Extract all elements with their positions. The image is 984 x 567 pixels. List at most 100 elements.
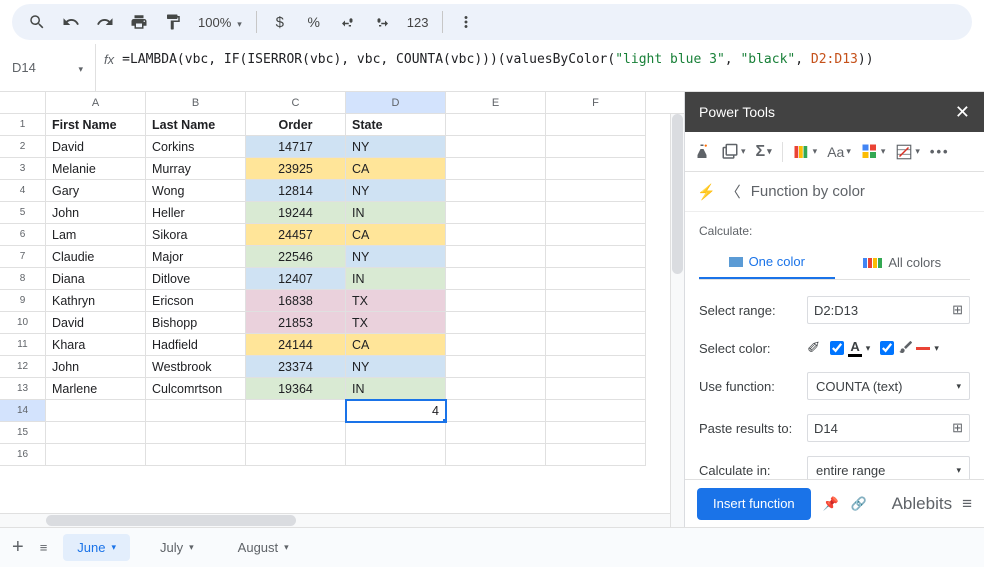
formula-input-area[interactable]: fx =LAMBDA(vbc, IF(ISERROR(vbc), vbc, CO…: [96, 44, 984, 91]
select-range-input[interactable]: D2:D13⊞: [807, 296, 970, 324]
cell[interactable]: Ericson: [146, 290, 246, 312]
cell[interactable]: Ditlove: [146, 268, 246, 290]
cell[interactable]: [546, 334, 646, 356]
cell[interactable]: 24144: [246, 334, 346, 356]
row-header[interactable]: 16: [0, 444, 46, 466]
cell[interactable]: Order: [246, 114, 346, 136]
dedupe-icon[interactable]: ▾: [721, 143, 746, 161]
cell[interactable]: [46, 422, 146, 444]
row-header[interactable]: 6: [0, 224, 46, 246]
cell[interactable]: Marlene: [46, 378, 146, 400]
cell[interactable]: Sikora: [146, 224, 246, 246]
paste-results-input[interactable]: D14⊞: [807, 414, 970, 442]
row-header[interactable]: 7: [0, 246, 46, 268]
row-header[interactable]: 3: [0, 158, 46, 180]
clear-icon[interactable]: ▾: [895, 143, 920, 161]
row-header[interactable]: 9: [0, 290, 46, 312]
cell[interactable]: Lam: [46, 224, 146, 246]
cell[interactable]: NY: [346, 180, 446, 202]
cell[interactable]: [146, 422, 246, 444]
cell[interactable]: David: [46, 312, 146, 334]
cell[interactable]: Claudie: [46, 246, 146, 268]
cell[interactable]: [446, 136, 546, 158]
cell[interactable]: [146, 400, 246, 422]
cell[interactable]: [446, 202, 546, 224]
cell[interactable]: Kathryn: [46, 290, 146, 312]
cell[interactable]: CA: [346, 334, 446, 356]
cell[interactable]: Westbrook: [146, 356, 246, 378]
cell[interactable]: 21853: [246, 312, 346, 334]
sheet-tab-june[interactable]: June▾: [63, 534, 130, 561]
cell[interactable]: Hadfield: [146, 334, 246, 356]
cell[interactable]: [546, 290, 646, 312]
cell[interactable]: Bishopp: [146, 312, 246, 334]
name-box[interactable]: D14: [0, 44, 96, 91]
cell[interactable]: Wong: [146, 180, 246, 202]
increase-decimal-icon[interactable]: [367, 7, 397, 37]
col-header-f[interactable]: F: [546, 92, 646, 113]
tab-all-colors[interactable]: All colors: [835, 246, 971, 279]
fill-color-picker[interactable]: [898, 339, 914, 358]
cell[interactable]: 12407: [246, 268, 346, 290]
select-all-corner[interactable]: [0, 92, 46, 113]
calculate-in-select[interactable]: entire range▾: [807, 456, 970, 479]
cell[interactable]: 12814: [246, 180, 346, 202]
cell[interactable]: CA: [346, 158, 446, 180]
col-header-a[interactable]: A: [46, 92, 146, 113]
cell[interactable]: [546, 158, 646, 180]
sheet-tab-august[interactable]: August▾: [224, 534, 303, 561]
decrease-decimal-icon[interactable]: [333, 7, 363, 37]
cell[interactable]: [446, 444, 546, 466]
fill-handle[interactable]: [442, 418, 446, 422]
undo-icon[interactable]: [56, 7, 86, 37]
close-icon[interactable]: ✕: [955, 102, 970, 123]
more-horizontal-icon[interactable]: •••: [930, 144, 950, 159]
cell[interactable]: 16838: [246, 290, 346, 312]
print-icon[interactable]: [124, 7, 154, 37]
cell[interactable]: [446, 180, 546, 202]
tab-one-color[interactable]: One color: [699, 246, 835, 279]
cell[interactable]: [446, 290, 546, 312]
cell[interactable]: [46, 400, 146, 422]
use-function-select[interactable]: COUNTA (text)▾: [807, 372, 970, 400]
cell[interactable]: CA: [346, 224, 446, 246]
cell[interactable]: [446, 378, 546, 400]
col-header-b[interactable]: B: [146, 92, 246, 113]
cell[interactable]: [546, 180, 646, 202]
all-sheets-button[interactable]: ≡: [40, 540, 48, 555]
cell[interactable]: Gary: [46, 180, 146, 202]
spreadsheet-grid[interactable]: A B C D E F 1First NameLast NameOrderSta…: [0, 92, 684, 527]
sheet-tab-july[interactable]: July▾: [146, 534, 208, 561]
cell[interactable]: [346, 422, 446, 444]
menu-icon[interactable]: ≡: [962, 494, 972, 514]
cell[interactable]: Murray: [146, 158, 246, 180]
search-icon[interactable]: [22, 7, 52, 37]
cell[interactable]: [446, 356, 546, 378]
cell[interactable]: Major: [146, 246, 246, 268]
row-header[interactable]: 14: [0, 400, 46, 422]
cell[interactable]: [546, 400, 646, 422]
cell[interactable]: [546, 422, 646, 444]
cell[interactable]: [546, 444, 646, 466]
cell[interactable]: [446, 246, 546, 268]
horizontal-scrollbar[interactable]: [0, 513, 670, 527]
redo-icon[interactable]: [90, 7, 120, 37]
cell[interactable]: [446, 334, 546, 356]
cell[interactable]: Heller: [146, 202, 246, 224]
cell[interactable]: NY: [346, 246, 446, 268]
col-header-e[interactable]: E: [446, 92, 546, 113]
cell[interactable]: IN: [346, 378, 446, 400]
cell[interactable]: [146, 444, 246, 466]
cell[interactable]: IN: [346, 268, 446, 290]
cell[interactable]: 23374: [246, 356, 346, 378]
text-tools-icon[interactable]: Aa▾: [827, 144, 851, 160]
cell[interactable]: [446, 268, 546, 290]
cell[interactable]: [546, 356, 646, 378]
row-header[interactable]: 10: [0, 312, 46, 334]
add-sheet-button[interactable]: +: [12, 536, 24, 559]
font-color-picker[interactable]: A: [848, 339, 861, 357]
cell[interactable]: David: [46, 136, 146, 158]
cell[interactable]: 23925: [246, 158, 346, 180]
selected-cell[interactable]: 4: [346, 400, 446, 422]
percent-icon[interactable]: %: [299, 7, 329, 37]
